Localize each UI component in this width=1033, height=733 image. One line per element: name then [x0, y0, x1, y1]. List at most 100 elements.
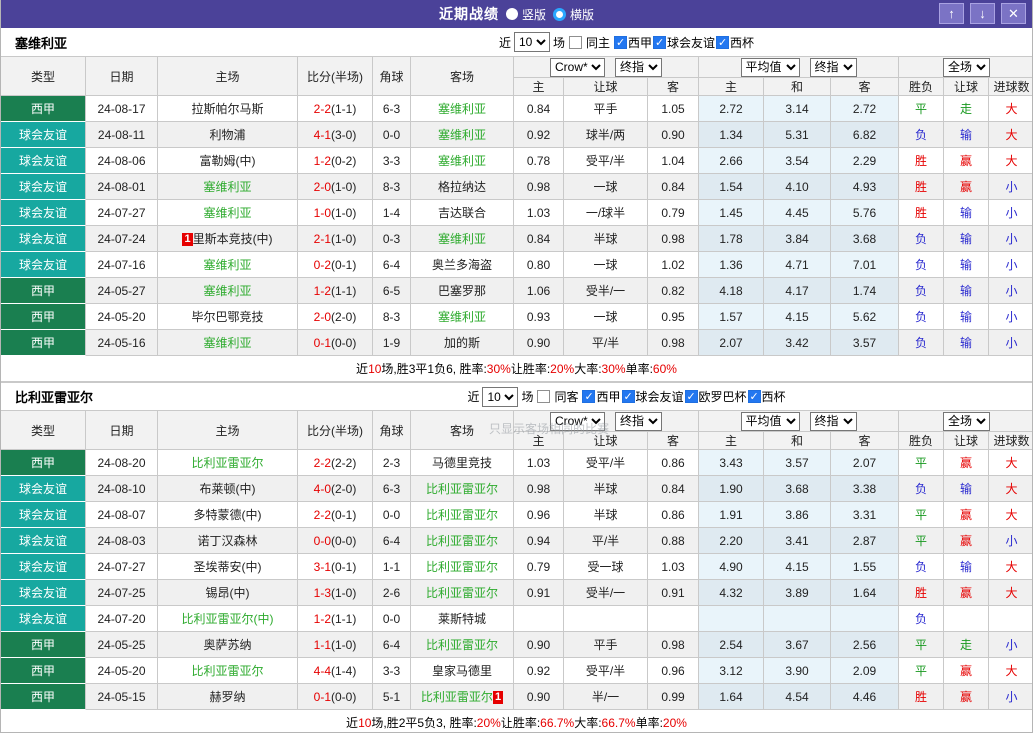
league-checkbox[interactable] [653, 35, 667, 49]
match-date-cell: 24-05-27 [86, 278, 158, 304]
same-away-label: 同客 [554, 390, 579, 404]
corner-cell: 1-9 [373, 330, 411, 356]
league-checkbox[interactable] [621, 390, 635, 403]
odd-away-cell: 0.98 [648, 226, 700, 252]
score-cell: 2-0(1-0) [298, 174, 373, 200]
away-team-cell: 塞维利亚 [411, 122, 514, 148]
radio-unselected-icon[interactable] [553, 7, 566, 21]
games-label: 场 [552, 35, 565, 50]
view-option-vertical[interactable]: 竖版 [505, 6, 546, 23]
away-team-name: 比利亚雷亚尔 [425, 508, 498, 522]
match-type-cell: 球会友谊 [1, 122, 86, 148]
corner-cell: 2-6 [373, 580, 411, 606]
league-checkbox[interactable] [747, 390, 761, 403]
odd-away-cell: 0.86 [648, 502, 700, 528]
handicap-cell: 平手 [564, 632, 648, 658]
team1-name: 塞维利亚 [15, 35, 68, 51]
away-team-cell: 比利亚雷亚尔 [411, 554, 514, 580]
away-team-name: 比利亚雷亚尔 [425, 482, 498, 496]
home-team-name: 赫罗纳 [209, 690, 246, 704]
col-result: 胜负 [899, 78, 945, 96]
match-type-cell: 西甲 [1, 304, 86, 330]
league-checkbox[interactable] [582, 390, 596, 403]
col-odd-home: 主 [514, 78, 564, 96]
handicap-result-cell: 输 [944, 554, 990, 580]
avg-home-cell: 3.43 [699, 450, 765, 476]
goals-result-cell: 小 [989, 252, 1032, 278]
col-result: 胜负 [899, 432, 945, 450]
match-date-cell: 24-08-01 [86, 174, 158, 200]
match-row: 球会友谊 24-07-20 比利亚雷亚尔(中) 1-2(1-1) 0-0 莱斯特… [1, 606, 1032, 632]
odd-home-cell: 0.90 [514, 632, 564, 658]
avg-draw-cell: 3.84 [764, 226, 832, 252]
col-home: 主场 [158, 56, 298, 96]
home-team-cell: 毕尔巴鄂竞技 [158, 304, 298, 330]
team1-match-count-select[interactable]: 10 [513, 32, 550, 52]
away-team-name: 皇家马德里 [431, 664, 492, 678]
team2-same-away-checkbox[interactable] [537, 390, 551, 403]
away-team-cell: 马德里竞技 [411, 450, 514, 476]
away-team-name: 格拉纳达 [437, 180, 486, 194]
avg-away-cell: 4.93 [831, 174, 900, 200]
away-team-name: 比利亚雷亚尔 [425, 586, 498, 600]
odd-home-cell: 1.03 [514, 450, 564, 476]
avg-home-cell: 2.66 [699, 148, 765, 174]
score-cell: 2-0(2-0) [298, 304, 373, 330]
home-team-cell: 多特蒙德(中) [158, 502, 298, 528]
team1-avg-final-select[interactable]: 终指 [809, 57, 857, 77]
col-away: 客场 [411, 56, 514, 96]
team1-same-home-checkbox[interactable] [568, 35, 582, 49]
team2-book-final-select[interactable]: 终指 [615, 411, 663, 431]
col-corner: 角球 [373, 56, 411, 96]
league-checkbox[interactable] [614, 35, 627, 49]
corner-cell: 5-1 [373, 684, 411, 710]
away-team-cell: 吉达联合 [411, 200, 514, 226]
home-team-name: 塞维利亚 [203, 180, 252, 194]
away-team-name: 比利亚雷亚尔 [425, 560, 498, 574]
team2-average-select[interactable]: 平均值 [740, 411, 800, 431]
match-row: 球会友谊 24-08-07 多特蒙德(中) 2-2(0-1) 0-0 比利亚雷亚… [1, 502, 1032, 528]
avg-away-cell: 3.31 [831, 502, 900, 528]
team2-match-count-select[interactable]: 10 [482, 386, 519, 407]
away-team-cell: 皇家马德里 [411, 658, 514, 684]
home-team-name: 塞维利亚 [203, 336, 252, 350]
home-team-name: 比利亚雷亚尔 [191, 664, 264, 678]
away-team-name: 塞维利亚 [437, 232, 486, 246]
avg-away-cell: 2.72 [831, 96, 900, 122]
team1-bookmaker-select[interactable]: Crow* [550, 57, 606, 77]
corner-cell: 6-4 [373, 632, 411, 658]
view-option-horizontal[interactable]: 横版 [553, 6, 594, 23]
team2-results-table: 类型 日期 主场 比分(半场) 角球 客场 Crow* 终指 平均值 终指 全场 [1, 410, 1032, 710]
handicap-cell: 半球 [564, 476, 648, 502]
team2-bookmaker-select[interactable]: Crow* [550, 411, 606, 431]
near-label: 近 [467, 390, 480, 404]
team2-scope-select[interactable]: 全场 [943, 411, 991, 431]
result-cell: 平 [899, 658, 945, 684]
match-type-cell: 球会友谊 [1, 148, 86, 174]
team1-average-select[interactable]: 平均值 [740, 57, 800, 77]
avg-away-cell: 3.38 [831, 476, 900, 502]
avg-draw-cell: 3.86 [764, 502, 832, 528]
home-team-cell: 1 里斯本竞技(中) [158, 226, 298, 252]
team1-scope-select[interactable]: 全场 [943, 57, 991, 77]
col-handicap: 让球 [564, 432, 648, 450]
move-up-button[interactable]: ↑ [939, 3, 964, 24]
corner-cell: 2-3 [373, 450, 411, 476]
team2-avg-final-select[interactable]: 终指 [809, 411, 857, 431]
radio-selected-icon[interactable] [505, 8, 518, 20]
team1-book-final-select[interactable]: 终指 [615, 57, 663, 77]
match-type-cell: 球会友谊 [1, 528, 86, 554]
handicap-result-cell: 输 [944, 200, 990, 226]
match-type-cell: 球会友谊 [1, 606, 86, 632]
league-checkbox[interactable] [716, 35, 730, 49]
match-row: 球会友谊 24-08-01 塞维利亚 2-0(1-0) 8-3 格拉纳达 0.9… [1, 174, 1032, 200]
move-down-button[interactable]: ↓ [970, 3, 995, 24]
match-type-cell: 球会友谊 [1, 252, 86, 278]
corner-cell: 0-3 [373, 226, 411, 252]
close-button[interactable]: ✕ [1001, 3, 1026, 24]
home-team-cell: 塞维利亚 [158, 330, 298, 356]
home-team-cell: 赫罗纳 [158, 684, 298, 710]
league-checkbox[interactable] [684, 390, 698, 403]
col-avg-away: 客 [831, 432, 900, 450]
recent-results-window: 近期战绩 竖版 横版 ↑ ↓ ✕ 塞维利亚 近 10 场 同主 西甲球会友谊西杯 [0, 0, 1033, 733]
